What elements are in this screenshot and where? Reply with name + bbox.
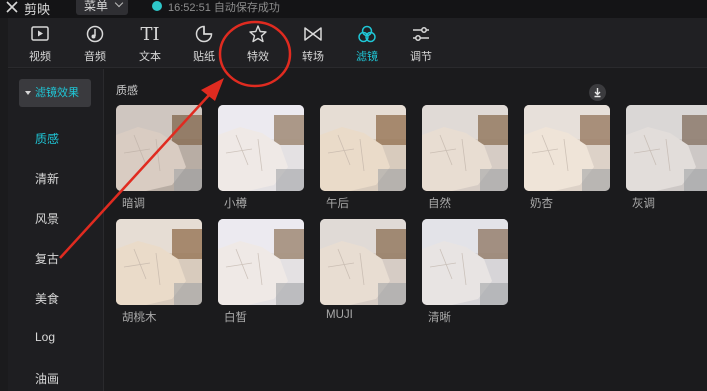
- filter-thumbnail: [524, 105, 610, 191]
- sidebar-item-retro[interactable]: 复古: [35, 250, 59, 267]
- sidebar-item-landscape[interactable]: 风景: [35, 210, 59, 227]
- filter-name: 午后: [326, 198, 349, 210]
- sticker-icon: [195, 25, 213, 43]
- tab-label: 滤镜: [356, 51, 378, 63]
- transition-icon: [304, 27, 322, 41]
- filter-name: 自然: [428, 198, 451, 210]
- video-icon: [31, 26, 49, 41]
- filter-name: 小樽: [224, 198, 247, 210]
- save-status: 16:52:51 自动保存成功: [168, 2, 280, 14]
- filter-name: MUJI: [326, 309, 353, 321]
- text-icon: TI: [140, 24, 160, 45]
- filter-name: 白皙: [224, 312, 247, 324]
- audio-icon: [86, 25, 104, 43]
- menu-label: 菜单: [84, 0, 109, 13]
- filter-thumbnail: [422, 105, 508, 191]
- tab-label: 视频: [29, 51, 51, 63]
- tab-label: 音频: [84, 51, 106, 63]
- filter-category-sidebar: 滤镜效果 质感 清新 风景 复古 美食 Log 油画: [8, 69, 104, 391]
- filter-panel: 质感 暗调 小樽 午后 自然 奶杏 灰调胡桃木 白皙 MUJI 清晰: [105, 69, 707, 391]
- filter-name: 胡桃木: [122, 312, 157, 324]
- section-title: 质感: [116, 85, 138, 97]
- title-bar: 剪映 菜单 16:52:51 自动保存成功: [0, 0, 707, 18]
- menu-button[interactable]: 菜单: [76, 0, 128, 15]
- filter-thumbnail: [422, 219, 508, 305]
- tab-transition[interactable]: 转场: [289, 18, 337, 68]
- filter-name: 奶杏: [530, 198, 553, 210]
- tab-sticker[interactable]: 贴纸: [180, 18, 228, 68]
- sidebar-item-texture[interactable]: 质感: [35, 130, 59, 147]
- filter-effects-label: 滤镜效果: [35, 87, 79, 99]
- save-success-icon: [152, 1, 162, 11]
- tab-adjust[interactable]: 调节: [397, 18, 445, 68]
- download-icon[interactable]: [589, 84, 606, 101]
- sidebar-item-fresh[interactable]: 清新: [35, 170, 59, 187]
- tab-filter[interactable]: 滤镜: [343, 18, 391, 68]
- tab-label: 文本: [139, 51, 161, 63]
- sidebar-item-log[interactable]: Log: [35, 330, 55, 344]
- filter-thumbnail: [218, 105, 304, 191]
- filter-thumbnail: [218, 219, 304, 305]
- tab-label: 转场: [302, 51, 324, 63]
- app-name: 剪映: [24, 2, 51, 17]
- filter-name: 清晰: [428, 312, 451, 324]
- filter-icon: [358, 25, 376, 43]
- caret-down-icon: [25, 91, 31, 95]
- sidebar-item-oil-painting[interactable]: 油画: [35, 370, 59, 387]
- tab-label: 特效: [247, 51, 269, 63]
- filter-thumbnail: [626, 105, 707, 191]
- jianying-logo-icon: [6, 1, 18, 13]
- media-toolbar: 视频 音频 TI 文本 贴纸 特效 转场 滤镜 调节: [8, 18, 707, 68]
- filter-thumbnail: [116, 105, 202, 191]
- sidebar-item-food[interactable]: 美食: [35, 290, 59, 307]
- tab-audio[interactable]: 音频: [71, 18, 119, 68]
- tab-label: 调节: [410, 51, 432, 63]
- effects-icon: [249, 25, 267, 43]
- filter-effects-header[interactable]: 滤镜效果: [19, 79, 91, 107]
- tab-effects[interactable]: 特效: [234, 18, 282, 68]
- chevron-down-icon: [114, 0, 124, 8]
- filter-name: 灰调: [632, 198, 655, 210]
- adjust-icon: [413, 27, 429, 41]
- tab-text[interactable]: TI 文本: [126, 18, 174, 68]
- tab-label: 贴纸: [193, 51, 215, 63]
- tab-video[interactable]: 视频: [16, 18, 64, 68]
- filter-thumbnail: [116, 219, 202, 305]
- filter-thumbnail: [320, 105, 406, 191]
- filter-name: 暗调: [122, 198, 145, 210]
- filter-thumbnail: [320, 219, 406, 305]
